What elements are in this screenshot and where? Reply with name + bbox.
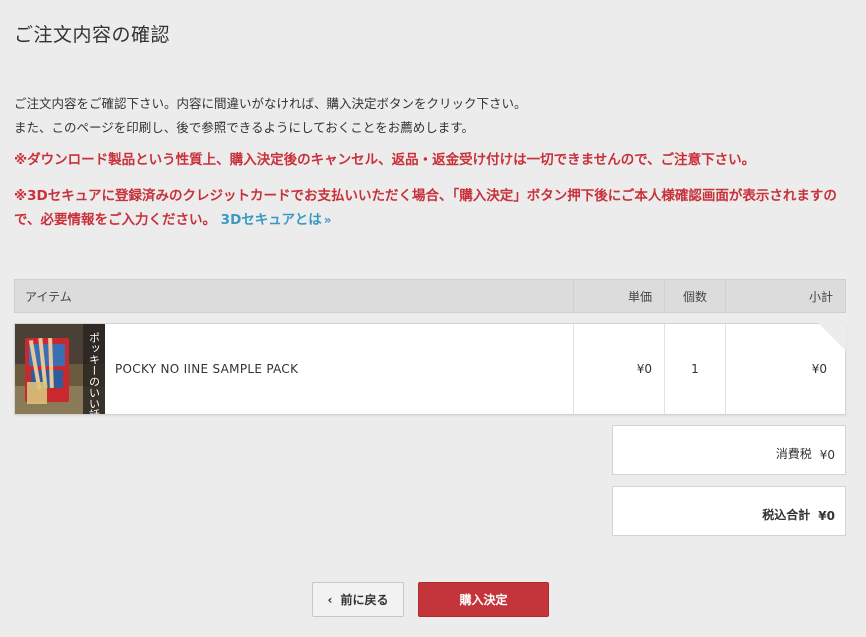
product-image-text: ポッキーのいい話: [88, 332, 101, 414]
order-table: アイテム 単価 個数 小計 ポッキーのいい話 POCKY NO IINE SAM…: [14, 279, 846, 415]
3d-secure-warning: ※3Dセキュアに登録済みのクレジットカードでお支払いいただく場合、「購入決定」ボ…: [14, 184, 854, 232]
back-button[interactable]: ‹ 前に戻る: [312, 582, 404, 617]
purchase-button[interactable]: 購入決定: [418, 582, 549, 617]
purchase-button-label: 購入決定: [459, 593, 508, 607]
3d-secure-warning-text: ※3Dセキュアに登録済みのクレジットカードでお支払いいただく場合、「購入決定」ボ…: [14, 188, 837, 228]
header-price: 単価: [573, 280, 664, 312]
tax-value: ¥0: [819, 448, 835, 462]
product-thumbnail: ポッキーのいい話: [15, 324, 105, 414]
table-row: ポッキーのいい話 POCKY NO IINE SAMPLE PACK ¥0 1 …: [14, 323, 846, 415]
total-value: ¥0: [818, 509, 835, 523]
product-subtotal-value: ¥0: [811, 362, 827, 376]
intro-text: ご注文内容をご確認下さい。内容に間違いがなければ、購入決定ボタンをクリック下さい…: [14, 92, 527, 140]
product-image: ポッキーのいい話: [15, 324, 105, 414]
product-price: ¥0: [573, 324, 664, 414]
chevron-left-icon: ‹: [327, 592, 333, 607]
double-chevron-right-icon: »: [323, 213, 332, 227]
intro-line-1: ご注文内容をご確認下さい。内容に間違いがなければ、購入決定ボタンをクリック下さい…: [14, 96, 527, 111]
header-qty: 個数: [664, 280, 725, 312]
back-button-label: 前に戻る: [340, 593, 389, 607]
total-summary: 税込合計 ¥0: [612, 486, 846, 536]
header-item: アイテム: [25, 289, 72, 304]
intro-line-2: また、このページを印刷し、後で参照できるようにしておくことをお薦めします。: [14, 120, 475, 135]
table-header: アイテム 単価 個数 小計: [14, 279, 846, 313]
total-label: 税込合計: [762, 508, 811, 522]
cancel-warning: ※ダウンロード製品という性質上、購入決定後のキャンセル、返品・返金受け付けは一切…: [14, 152, 756, 168]
3d-secure-link-label[interactable]: 3Dセキュアとは: [221, 212, 322, 228]
tax-label: 消費税: [775, 447, 812, 461]
header-subtotal: 小計: [725, 280, 845, 312]
page-title: ご注文内容の確認: [14, 24, 171, 46]
product-name: POCKY NO IINE SAMPLE PACK: [115, 362, 299, 376]
tax-summary: 消費税 ¥0: [612, 425, 846, 475]
3d-secure-link[interactable]: 3Dセキュアとは»: [221, 212, 332, 228]
product-subtotal: ¥0: [725, 323, 846, 414]
corner-fold: [818, 323, 846, 351]
product-qty: 1: [664, 324, 725, 414]
